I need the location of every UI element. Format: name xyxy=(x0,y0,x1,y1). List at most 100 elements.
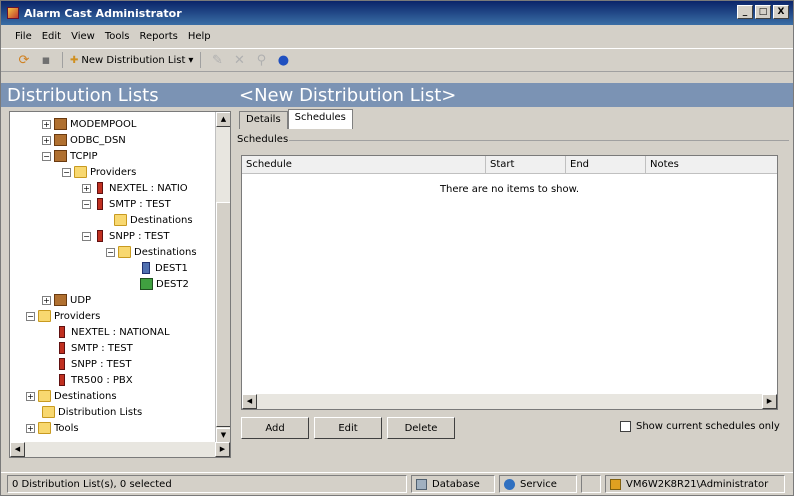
save-icon[interactable]: ▪ xyxy=(37,51,55,69)
expand-icon[interactable]: + xyxy=(42,295,51,305)
collapse-icon[interactable]: − xyxy=(82,199,91,209)
column-start[interactable]: Start xyxy=(486,156,566,174)
scroll-left-icon[interactable]: ◀ xyxy=(242,394,257,409)
status-bar: 0 Distribution List(s), 0 selected Datab… xyxy=(1,472,793,495)
maximize-button[interactable]: □ xyxy=(755,5,771,19)
folder-icon xyxy=(38,310,51,322)
status-database: Database xyxy=(411,475,495,493)
provider-icon xyxy=(59,374,65,386)
tree-item[interactable]: − TCPIP xyxy=(42,148,98,164)
chevron-down-icon[interactable]: ▾ xyxy=(188,55,193,66)
tree-item[interactable]: − Destinations xyxy=(106,244,197,260)
folder-icon xyxy=(74,166,87,178)
refresh-icon[interactable]: ⟳ xyxy=(15,51,33,69)
show-current-checkbox[interactable]: Show current schedules only xyxy=(620,421,780,432)
status-user: VM6W2K8R21\Administrator xyxy=(605,475,785,493)
tree-item[interactable]: + UDP xyxy=(42,292,91,308)
expand-icon[interactable]: + xyxy=(26,391,35,401)
tree-item[interactable]: + NEXTEL : NATIO xyxy=(82,180,188,196)
tree-item[interactable]: − Providers xyxy=(62,164,136,180)
provider-icon xyxy=(59,358,65,370)
tree-item-label: SMTP : TEST xyxy=(71,342,133,354)
scroll-thumb[interactable] xyxy=(216,202,230,427)
tree-horizontal-scrollbar[interactable]: ◀ ▶ xyxy=(10,442,230,457)
tree-item[interactable]: + Destinations xyxy=(26,388,117,404)
menu-view[interactable]: View xyxy=(71,31,95,42)
menu-help[interactable]: Help xyxy=(188,31,211,42)
menu-file[interactable]: File xyxy=(15,31,32,42)
scroll-right-icon[interactable]: ▶ xyxy=(762,394,777,409)
navigation-tree[interactable]: + MODEMPOOL + ODBC_DSN − TCPIP − Providers + NEXT… xyxy=(9,111,231,458)
main-window: Alarm Cast Administrator _ □ X File Edit… xyxy=(0,0,794,496)
tree-item[interactable]: NEXTEL : NATIONAL xyxy=(56,324,170,340)
tab-schedules[interactable]: Schedules xyxy=(287,109,353,129)
collapse-icon[interactable]: − xyxy=(106,247,115,257)
window-title: Alarm Cast Administrator xyxy=(24,6,182,20)
column-schedule[interactable]: Schedule xyxy=(242,156,486,174)
delete-icon[interactable]: ✕ xyxy=(230,51,248,69)
new-distribution-list-button[interactable]: ✚ New Distribution List ▾ xyxy=(70,55,193,66)
collapse-icon[interactable]: − xyxy=(82,231,91,241)
tree-item[interactable]: TR500 : PBX xyxy=(56,372,133,388)
tree-item-label: SMTP : TEST xyxy=(109,198,171,210)
dest2-icon xyxy=(140,278,153,290)
tree-item[interactable]: + ODBC_DSN xyxy=(42,132,126,148)
menu-tools[interactable]: Tools xyxy=(105,31,130,42)
tree-item[interactable]: DEST2 xyxy=(140,276,189,292)
help-icon[interactable]: ● xyxy=(274,51,292,69)
expand-icon[interactable]: + xyxy=(42,135,51,145)
list-horizontal-scrollbar[interactable]: ◀ ▶ xyxy=(242,394,777,409)
search-icon[interactable]: ⚲ xyxy=(252,51,270,69)
tree-item-label: TCPIP xyxy=(70,150,98,162)
tree-item[interactable]: DEST1 xyxy=(140,260,188,276)
collapse-icon[interactable]: − xyxy=(42,151,51,161)
scroll-right-icon[interactable]: ▶ xyxy=(215,442,230,457)
menu-edit[interactable]: Edit xyxy=(42,31,61,42)
tree-item[interactable]: Distribution Lists xyxy=(42,404,142,420)
add-button[interactable]: Add xyxy=(241,417,309,439)
provider-icon xyxy=(97,198,103,210)
collapse-icon[interactable]: − xyxy=(62,167,71,177)
expand-icon[interactable]: + xyxy=(26,423,35,433)
tab-strip: Details Schedules xyxy=(239,109,353,129)
pane-title: Distribution Lists xyxy=(7,84,159,106)
delete-button[interactable]: Delete xyxy=(387,417,455,439)
tree-item-label: DEST2 xyxy=(156,278,189,290)
edit-button[interactable]: Edit xyxy=(314,417,382,439)
column-notes[interactable]: Notes xyxy=(646,156,777,174)
tree-item[interactable]: Destinations xyxy=(114,212,193,228)
tree-item[interactable]: − SMTP : TEST xyxy=(82,196,171,212)
tree-item-label: Providers xyxy=(54,310,101,322)
menu-bar: File Edit View Tools Reports Help xyxy=(1,25,793,47)
server-icon xyxy=(54,118,67,130)
empty-message: There are no items to show. xyxy=(439,184,580,195)
tree-item[interactable]: + Tools xyxy=(26,420,79,436)
tree-item[interactable]: + MODEMPOOL xyxy=(42,116,137,132)
folder-icon xyxy=(38,422,51,434)
expand-icon[interactable]: + xyxy=(82,183,91,193)
collapse-icon[interactable]: − xyxy=(26,311,35,321)
checkbox-box[interactable] xyxy=(620,421,631,432)
tree-item[interactable]: SNPP : TEST xyxy=(56,356,132,372)
tree-item-label: NEXTEL : NATIO xyxy=(109,182,188,194)
scroll-up-icon[interactable]: ▲ xyxy=(216,112,230,127)
minimize-button[interactable]: _ xyxy=(737,5,753,19)
tree-vertical-scrollbar[interactable]: ▲ ▼ xyxy=(215,112,230,443)
schedules-list[interactable]: Schedule Start End Notes There are no it… xyxy=(241,155,778,410)
scroll-left-icon[interactable]: ◀ xyxy=(10,442,25,457)
tree-item[interactable]: SMTP : TEST xyxy=(56,340,133,356)
scroll-down-icon[interactable]: ▼ xyxy=(216,428,230,443)
tab-details[interactable]: Details xyxy=(239,111,288,129)
edit-icon[interactable]: ✎ xyxy=(208,51,226,69)
column-end[interactable]: End xyxy=(566,156,646,174)
expand-icon[interactable]: + xyxy=(42,119,51,129)
new-list-icon: ✚ xyxy=(70,54,79,66)
tree-item[interactable]: − Providers xyxy=(26,308,100,324)
title-bar: Alarm Cast Administrator _ □ X xyxy=(1,1,793,25)
menu-reports[interactable]: Reports xyxy=(139,31,177,42)
list-header: Schedule Start End Notes xyxy=(242,156,777,174)
tree-item-label: UDP xyxy=(70,294,92,306)
tree-item[interactable]: − SNPP : TEST xyxy=(82,228,170,244)
close-button[interactable]: X xyxy=(773,5,789,19)
tree-item-label: Destinations xyxy=(130,214,193,226)
